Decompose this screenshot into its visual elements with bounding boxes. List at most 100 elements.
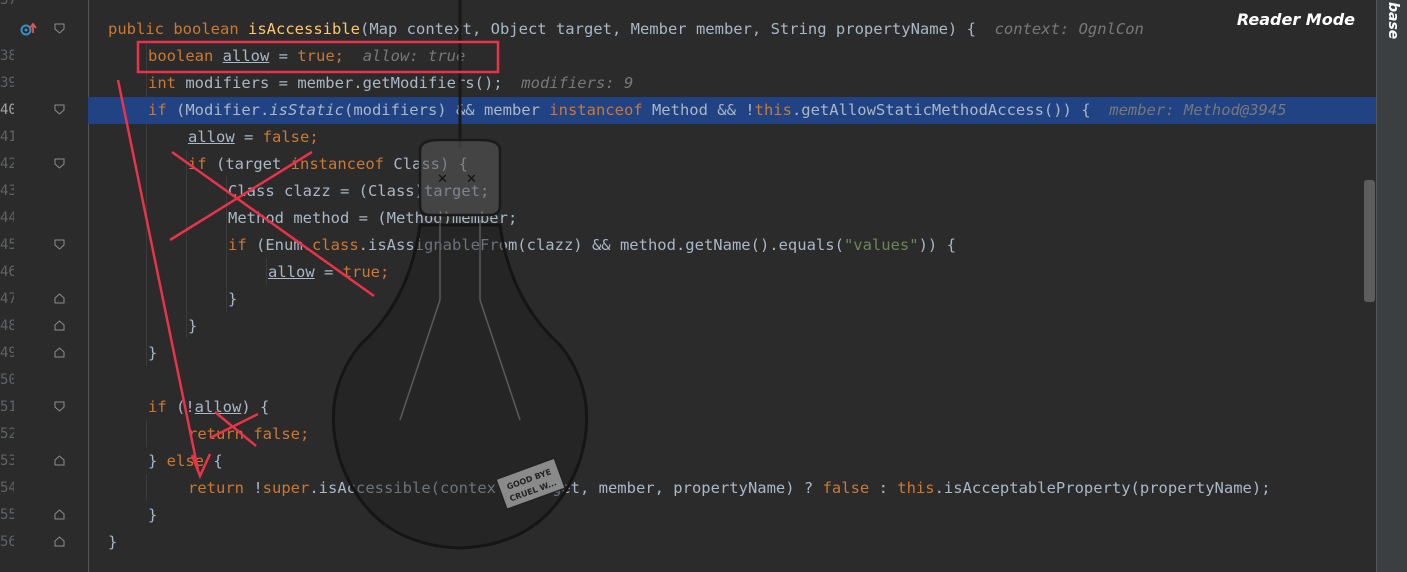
code-line-55[interactable]: } bbox=[88, 502, 1376, 529]
literal: false bbox=[244, 425, 300, 443]
code-text: (Enum. bbox=[246, 236, 312, 254]
line-number: 53 bbox=[0, 453, 14, 469]
fold-end-marker-icon[interactable] bbox=[54, 347, 65, 358]
database-tool-tab[interactable]: base bbox=[1385, 2, 1401, 39]
line-number-current: 40 bbox=[0, 102, 14, 118]
fold-end-marker-icon[interactable] bbox=[54, 455, 65, 466]
method-call: isStatic bbox=[269, 101, 344, 119]
line-number: 42 bbox=[0, 156, 14, 172]
line-number: 46 bbox=[0, 264, 14, 280]
code-line-56[interactable]: } bbox=[88, 529, 1376, 556]
literal: false bbox=[822, 479, 870, 497]
keyword: if bbox=[148, 101, 167, 119]
right-tool-sidebar[interactable]: base bbox=[1376, 0, 1407, 572]
code-text: (modifiers) && member bbox=[343, 101, 550, 119]
code-line-49[interactable]: } bbox=[88, 340, 1376, 367]
inline-debug-hint: context: OgnlCon bbox=[994, 20, 1144, 38]
string-literal: "values" bbox=[843, 236, 919, 254]
keyword: if bbox=[188, 155, 207, 173]
fold-marker-icon[interactable] bbox=[54, 158, 65, 169]
line-number: 43 bbox=[0, 183, 14, 199]
code-text: ; bbox=[380, 263, 390, 281]
fold-end-marker-icon[interactable] bbox=[54, 320, 65, 331]
fold-marker-icon[interactable] bbox=[54, 401, 65, 412]
keyword: int bbox=[148, 74, 176, 92]
code-text: .isAccessible(context, target, member, p… bbox=[309, 479, 823, 497]
fold-end-marker-icon[interactable] bbox=[54, 293, 65, 304]
code-text: { bbox=[204, 452, 223, 470]
code-text: } bbox=[108, 533, 118, 551]
code-line-45[interactable]: if (Enum.class.isAssignableFrom(clazz) &… bbox=[88, 232, 1376, 259]
line-number: 49 bbox=[0, 345, 14, 361]
code-text: Method && ! bbox=[642, 101, 755, 119]
code-line-52[interactable]: return false; bbox=[88, 421, 1376, 448]
line-number: 37 bbox=[0, 0, 14, 8]
code-text: } bbox=[148, 452, 167, 470]
variable: allow bbox=[268, 263, 315, 281]
fold-end-marker-icon[interactable] bbox=[54, 509, 65, 520]
code-text: modifiers = member.getModifiers(); bbox=[176, 74, 503, 92]
line-gutter: 37 38 39 40 41 42 43 44 45 46 47 48 49 5… bbox=[0, 0, 89, 572]
code-line-46[interactable]: allow = true; bbox=[88, 259, 1376, 286]
keyword: super bbox=[262, 479, 310, 497]
code-line-40-current[interactable]: if (Modifier.isStatic(modifiers) && memb… bbox=[88, 97, 1376, 124]
code-text: (! bbox=[166, 398, 195, 416]
fold-marker-icon[interactable] bbox=[54, 104, 65, 115]
code-line-39[interactable]: int modifiers = member.getModifiers(); m… bbox=[88, 70, 1376, 97]
keyword: instanceof bbox=[549, 101, 643, 119]
code-line-43[interactable]: Class clazz = (Class)target; bbox=[88, 178, 1376, 205]
literal: true bbox=[297, 47, 335, 65]
code-line-47[interactable]: } bbox=[88, 286, 1376, 313]
code-line-54[interactable]: return !super.isAccessible(context, targ… bbox=[88, 475, 1376, 502]
keyword: if bbox=[228, 236, 247, 254]
inline-debug-hint: modifiers: 9 bbox=[521, 74, 634, 92]
code-line-53[interactable]: } else { bbox=[88, 448, 1376, 475]
line-number: 41 bbox=[0, 129, 14, 145]
code-text: (target bbox=[206, 155, 291, 173]
code-line-42[interactable]: if (target instanceof Class) { bbox=[88, 151, 1376, 178]
literal: true bbox=[342, 263, 380, 281]
code-editor[interactable]: public boolean isAccessible(Map context,… bbox=[88, 0, 1376, 572]
code-line-44[interactable]: Method method = (Method)member; bbox=[88, 205, 1376, 232]
code-line-38[interactable]: boolean allow = true; allow: true bbox=[88, 43, 1376, 70]
keyword: public bbox=[108, 20, 164, 38]
code-text: } bbox=[148, 344, 158, 362]
line-number: 47 bbox=[0, 291, 14, 307]
keyword: class bbox=[312, 236, 359, 254]
fold-marker-icon[interactable] bbox=[54, 239, 65, 250]
line-number: 44 bbox=[0, 210, 14, 226]
line-number: 38 bbox=[0, 48, 14, 64]
code-line-51[interactable]: if (!allow) { bbox=[88, 394, 1376, 421]
code-text: } bbox=[188, 317, 198, 335]
keyword: this bbox=[754, 101, 792, 119]
code-text: ! bbox=[244, 479, 263, 497]
fold-end-marker-icon[interactable] bbox=[54, 536, 65, 547]
code-text: } bbox=[148, 506, 158, 524]
keyword: boolean bbox=[148, 47, 214, 65]
fold-marker-icon[interactable] bbox=[54, 23, 65, 34]
code-text: .isAssignableFrom(clazz) && method.getNa… bbox=[358, 236, 844, 254]
line-number: 52 bbox=[0, 426, 14, 442]
code-line-48[interactable]: } bbox=[88, 313, 1376, 340]
inline-debug-hint: member: Method@3945 bbox=[1109, 101, 1287, 119]
vertical-scrollbar-thumb[interactable] bbox=[1364, 180, 1375, 302]
keyword: else bbox=[166, 452, 204, 470]
code-text: : bbox=[869, 479, 898, 497]
code-text: ; bbox=[334, 47, 345, 65]
literal: false bbox=[262, 128, 310, 146]
code-text: .isAcceptableProperty(propertyName); bbox=[934, 479, 1271, 497]
code-text: ) { bbox=[241, 398, 270, 416]
override-method-icon[interactable] bbox=[20, 21, 40, 37]
variable: allow bbox=[222, 47, 270, 65]
line-number: 54 bbox=[0, 480, 14, 496]
line-number: 51 bbox=[0, 399, 14, 415]
code-text: } bbox=[228, 290, 238, 308]
keyword: instanceof bbox=[290, 155, 384, 173]
code-text: (Map context, Object target, Member memb… bbox=[360, 20, 976, 38]
keyword: if bbox=[148, 398, 167, 416]
line-number: 45 bbox=[0, 237, 14, 253]
code-text: ; bbox=[300, 425, 310, 443]
code-line-37[interactable]: public boolean isAccessible(Map context,… bbox=[88, 16, 1376, 43]
reader-mode-button[interactable]: Reader Mode bbox=[1237, 10, 1355, 29]
code-line-41[interactable]: allow = false; bbox=[88, 124, 1376, 151]
